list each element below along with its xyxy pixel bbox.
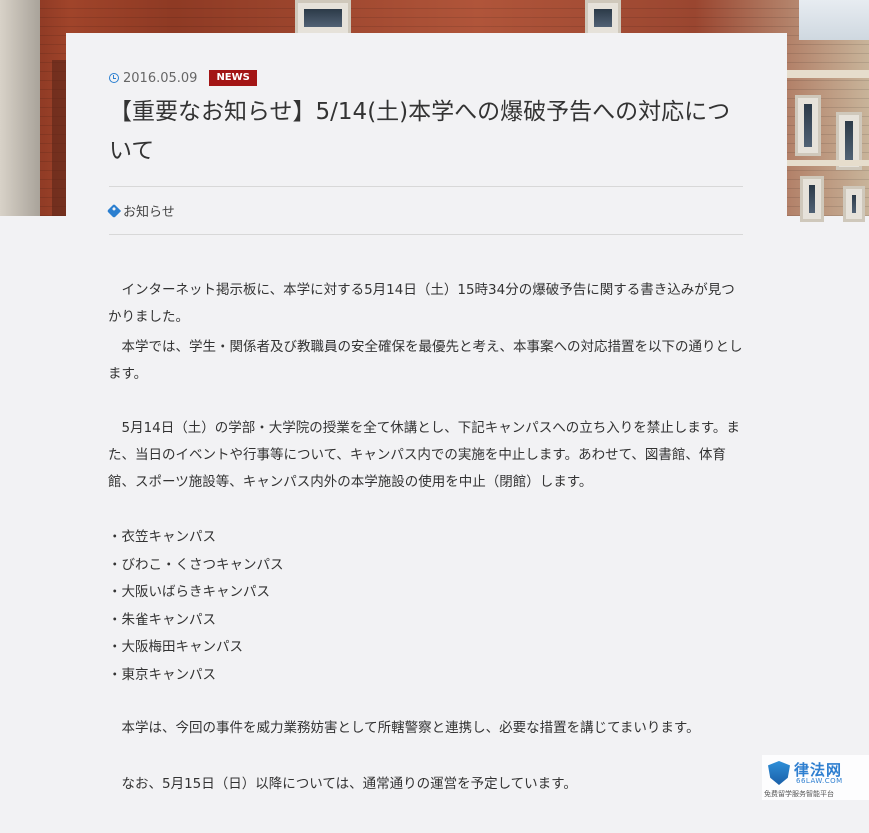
- campus-list: ・衣笠キャンパス ・びわこ・くさつキャンパス ・大阪いばらきキャンパス ・朱雀キ…: [108, 524, 284, 689]
- paragraph: 5月14日（土）の学部・大学院の授業を全て休講とし、下記キャンパスへの立ち入りを…: [108, 420, 740, 490]
- article-date: 2016.05.09: [123, 70, 198, 86]
- news-badge[interactable]: NEWS: [209, 70, 257, 86]
- article-card: 2016.05.09 NEWS 【重要なお知らせ】5/14(土)本学への爆破予告…: [66, 33, 787, 833]
- article-meta: 2016.05.09 NEWS: [109, 69, 257, 87]
- building-window: [585, 0, 621, 36]
- watermark-domain: 66LAW.COM: [796, 777, 843, 785]
- paragraph: インターネット掲示板に、本学に対する5月14日（土）15時34分の爆破予告に関す…: [108, 282, 735, 325]
- list-item: ・朱雀キャンパス: [108, 611, 216, 628]
- list-item: ・大阪いばらきキャンパス: [108, 584, 270, 600]
- shield-icon: [768, 761, 790, 785]
- category-label: お知らせ: [123, 205, 175, 220]
- building-window: [800, 176, 824, 222]
- list-item: ・びわこ・くさつキャンパス: [108, 556, 284, 573]
- list-item: ・大阪梅田キャンパス: [108, 639, 243, 655]
- building-window: [795, 95, 821, 156]
- divider: [109, 234, 743, 235]
- paragraph: なお、5月15日（日）以降については、通常通りの運営を予定しています。: [108, 776, 577, 792]
- building-cornice: [785, 70, 869, 78]
- building-window: [843, 186, 865, 222]
- divider: [109, 186, 743, 187]
- clock-icon: [109, 73, 119, 83]
- article-title: 【重要なお知らせ】5/14(土)本学への爆破予告への対応について: [109, 99, 731, 164]
- list-item: ・衣笠キャンパス: [108, 529, 216, 545]
- watermark-caption: 免费留学服务智能平台: [764, 790, 834, 798]
- list-item: ・東京キャンパス: [108, 666, 216, 683]
- sky: [799, 0, 869, 40]
- watermark-logo: 律法网 66LAW.COM 免费留学服务智能平台: [762, 755, 869, 800]
- building-shadow: [52, 60, 66, 216]
- category-link[interactable]: お知らせ: [106, 201, 175, 220]
- building-window: [295, 0, 351, 36]
- building-cornice: [785, 160, 869, 166]
- building-pillar: [0, 0, 40, 216]
- paragraph: 本学は、今回の事件を威力業務妨害として所轄警察と連携し、必要な措置を講じてまいり…: [108, 720, 700, 736]
- tag-icon: [106, 203, 122, 218]
- paragraph: 本学では、学生・関係者及び教職員の安全確保を最優先と考え、本事案への対応措置を以…: [108, 339, 743, 382]
